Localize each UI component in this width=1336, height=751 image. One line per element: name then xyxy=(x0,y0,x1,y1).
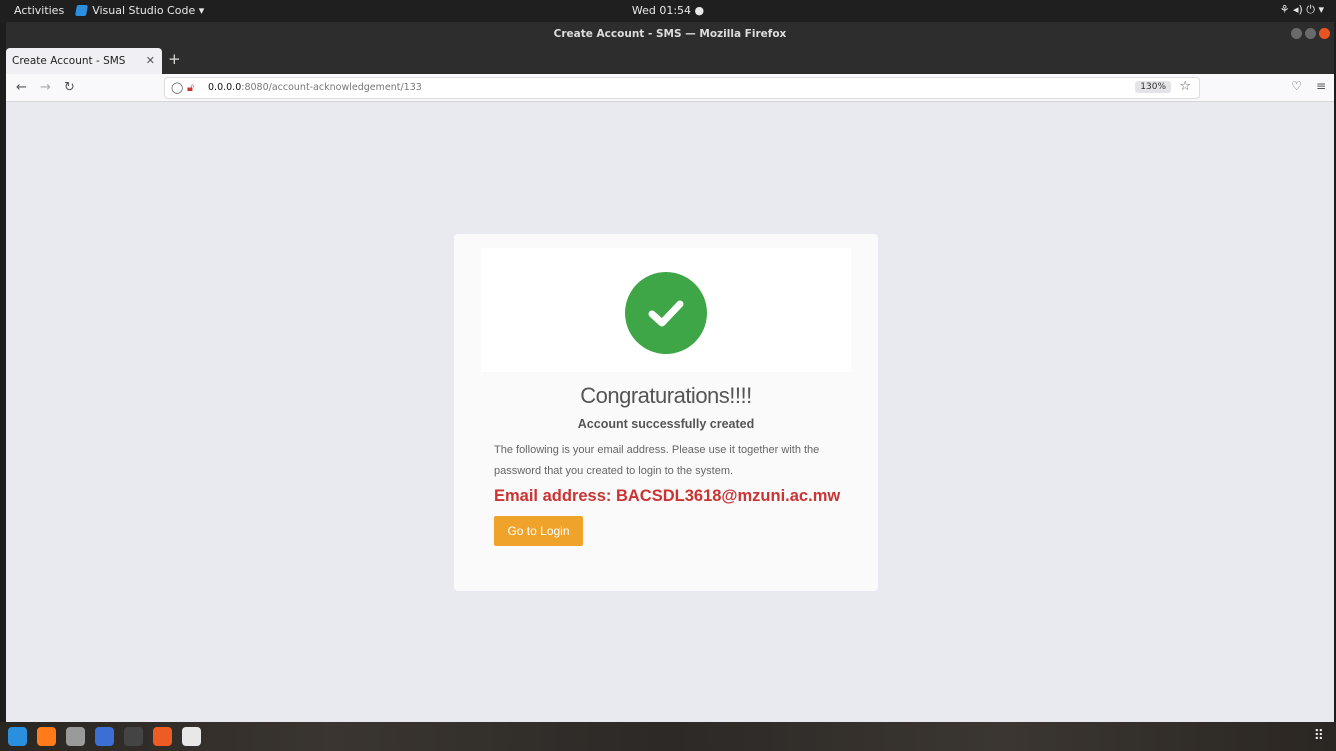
reload-button[interactable]: ↻ xyxy=(64,80,75,95)
back-button[interactable]: ← xyxy=(16,80,27,95)
window-title-bar: Create Account - SMS — Mozilla Firefox xyxy=(6,22,1334,46)
files-icon[interactable] xyxy=(66,727,85,746)
firefox-icon[interactable] xyxy=(37,727,56,746)
url-bar[interactable]: ◯ 🔓︎ 0.0.0.0:8080/account-acknowledgemen… xyxy=(164,77,1200,99)
tab-label: Create Account - SMS xyxy=(12,55,126,67)
forward-button[interactable]: → xyxy=(40,80,51,95)
system-menu[interactable]: ⚘ ◂) ⏻ ▾ xyxy=(1280,3,1324,17)
shield-icon[interactable]: ◯ xyxy=(171,81,183,94)
dock: ⠿ xyxy=(0,722,1336,751)
email-address: Email address: BACSDL3618@mzuni.ac.mw xyxy=(494,487,841,505)
acknowledgement-card: Congraturations!!!! Account successfully… xyxy=(454,234,878,591)
close-window-button[interactable] xyxy=(1319,28,1330,39)
page-title: Congraturations!!!! xyxy=(580,383,752,408)
instruction-text: The following is your email address. Ple… xyxy=(494,444,820,477)
go-to-login-button[interactable]: Go to Login xyxy=(494,516,583,546)
zoom-indicator[interactable]: 130% xyxy=(1135,81,1171,93)
terminal-icon[interactable] xyxy=(124,727,143,746)
tab-create-account[interactable]: Create Account - SMS ✕ xyxy=(6,48,162,74)
new-tab-button[interactable]: + xyxy=(168,50,181,68)
vscode-icon[interactable] xyxy=(8,727,27,746)
success-icon-box xyxy=(481,248,851,372)
pocket-icon[interactable]: ♡ xyxy=(1291,79,1302,93)
page-content: Congraturations!!!! Account successfully… xyxy=(6,102,1334,722)
insecure-lock-icon[interactable]: 🔓︎ xyxy=(187,81,194,95)
bookmark-star-icon[interactable]: ☆ xyxy=(1179,79,1191,94)
navigation-bar: ← → ↻ ◯ 🔓︎ 0.0.0.0:8080/account-acknowle… xyxy=(6,74,1334,102)
subtitle: Account successfully created xyxy=(577,417,755,431)
system-icons: ⚘ ◂) ⏻ ▾ xyxy=(1279,3,1324,16)
postman-icon[interactable] xyxy=(153,727,172,746)
window-title: Create Account - SMS — Mozilla Firefox xyxy=(553,28,787,40)
show-applications-icon[interactable]: ⠿ xyxy=(1314,728,1324,744)
url-text[interactable]: 0.0.0.0:8080/account-acknowledgement/133 xyxy=(208,82,422,93)
close-tab-icon[interactable]: ✕ xyxy=(146,54,155,67)
maximize-button[interactable] xyxy=(1305,28,1316,39)
success-check-icon xyxy=(625,272,707,354)
text-editor-icon[interactable] xyxy=(182,727,201,746)
clock[interactable]: Wed 01:54 ● xyxy=(0,4,1336,17)
minimize-button[interactable] xyxy=(1291,28,1302,39)
vscode-insiders-icon[interactable] xyxy=(95,727,114,746)
system-top-bar: Activities Visual Studio Code ▾ Wed 01:5… xyxy=(0,0,1336,22)
tab-bar: Create Account - SMS ✕ + xyxy=(6,46,1334,74)
menu-icon[interactable]: ≡ xyxy=(1316,79,1326,93)
